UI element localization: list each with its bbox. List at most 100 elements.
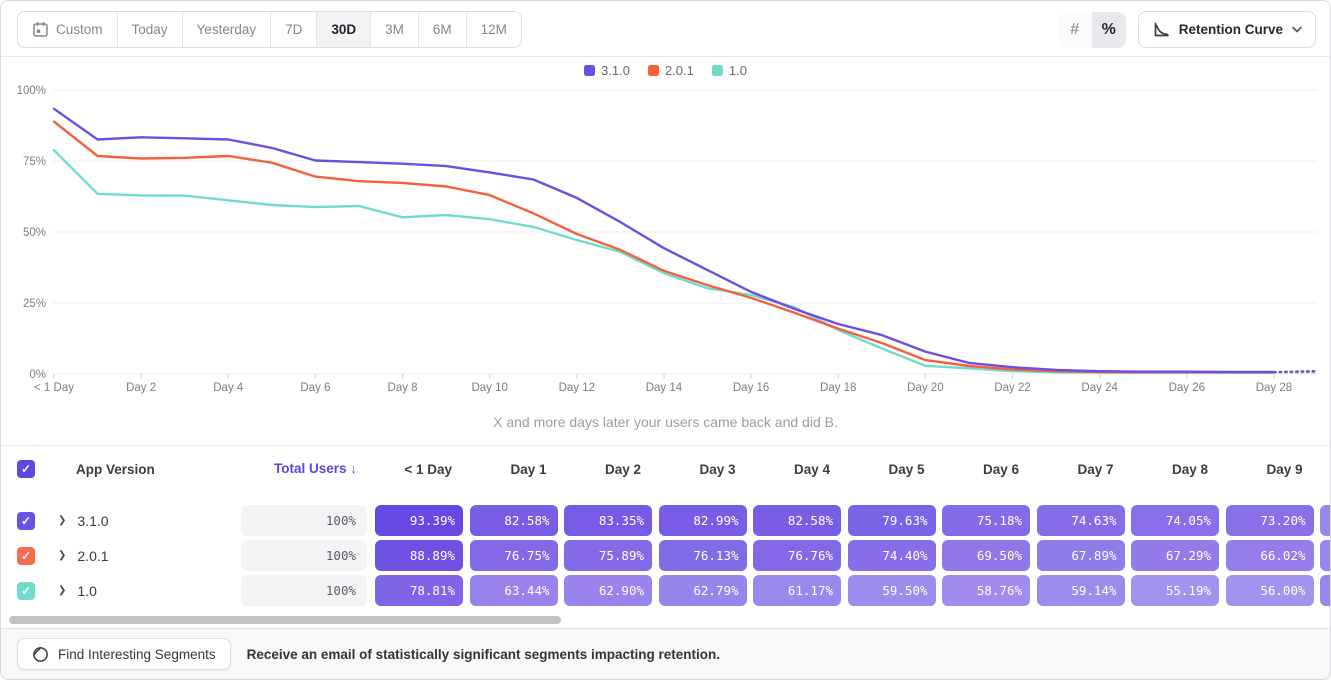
row-checkbox-column: ✓ bbox=[1, 512, 51, 530]
retention-cell[interactable]: 75.18% bbox=[942, 505, 1030, 536]
check-icon: ✓ bbox=[21, 549, 31, 563]
select-all-checkbox[interactable]: ✓ bbox=[17, 460, 35, 478]
toolbar: CustomToday Yesterday 7D 30D3M 6M 12M # % Ret… bbox=[1, 1, 1330, 57]
legend-label: 1.0 bbox=[729, 63, 747, 78]
retention-cell[interactable]: 59.50% bbox=[848, 575, 936, 606]
day-header[interactable]: Day 9 bbox=[1226, 462, 1314, 477]
row-checkbox[interactable]: ✓ bbox=[17, 582, 35, 600]
chart-type-dropdown[interactable]: Retention Curve bbox=[1138, 11, 1316, 48]
percent-format-button[interactable]: % bbox=[1092, 12, 1126, 48]
legend-item-1.0[interactable]: 1.0 bbox=[712, 63, 747, 78]
x-axis-tick-label: Day 18 bbox=[820, 382, 856, 394]
retention-cell[interactable]: 82.99% bbox=[659, 505, 747, 536]
date-range-label: Yesterday bbox=[197, 22, 257, 37]
retention-cell[interactable]: 93.39% bbox=[375, 505, 463, 536]
day-header[interactable]: Day 1 bbox=[470, 462, 558, 477]
x-axis-tick-label: Day 16 bbox=[733, 382, 769, 394]
retention-cell[interactable]: 83.35% bbox=[564, 505, 652, 536]
legend-item-3.1.0[interactable]: 3.1.0 bbox=[584, 63, 630, 78]
retention-cell[interactable]: 63.44% bbox=[470, 575, 558, 606]
expand-row-icon[interactable]: ❯ bbox=[58, 550, 66, 561]
y-axis-tick-label: 100% bbox=[17, 85, 46, 97]
day-header[interactable]: Day 7 bbox=[1037, 462, 1125, 477]
day-header[interactable]: Day 4 bbox=[753, 462, 841, 477]
retention-cell[interactable]: 58.76% bbox=[942, 575, 1030, 606]
retention-cell[interactable]: 82.58% bbox=[470, 505, 558, 536]
find-segments-label: Find Interesting Segments bbox=[58, 647, 216, 662]
date-range-6m[interactable]: 6M bbox=[419, 12, 467, 47]
number-format-button[interactable]: # bbox=[1058, 12, 1092, 48]
retention-cell[interactable]: 76.75% bbox=[470, 540, 558, 571]
total-users-cell: 100% bbox=[241, 505, 367, 536]
retention-cell[interactable]: 78.81% bbox=[375, 575, 463, 606]
total-users-cell: 100% bbox=[241, 575, 367, 606]
day-header[interactable]: < 1 Day bbox=[375, 462, 463, 477]
x-axis-tick-label: Day 8 bbox=[388, 382, 418, 394]
row-checkbox[interactable]: ✓ bbox=[17, 547, 35, 565]
retention-cell[interactable]: 74.05% bbox=[1131, 505, 1219, 536]
retention-cell[interactable]: 67.29% bbox=[1131, 540, 1219, 571]
retention-cell[interactable]: 67.89% bbox=[1037, 540, 1125, 571]
retention-cell[interactable]: 76.13% bbox=[659, 540, 747, 571]
retention-cell[interactable]: 62.90% bbox=[564, 575, 652, 606]
row-series-label: 1.0 bbox=[77, 583, 96, 599]
horizontal-scrollbar-thumb[interactable] bbox=[9, 616, 561, 624]
check-icon: ✓ bbox=[21, 584, 31, 598]
total-users-header[interactable]: Total Users ↓ bbox=[274, 461, 367, 476]
x-axis-tick-label: Day 24 bbox=[1081, 382, 1118, 394]
retention-cell[interactable]: 74.63% bbox=[1037, 505, 1125, 536]
retention-cell[interactable]: 56.00% bbox=[1226, 575, 1314, 606]
series-dashed-tail-3.1.0 bbox=[1274, 371, 1318, 372]
series-line-3.1.0[interactable] bbox=[54, 109, 1274, 372]
date-range-30d[interactable]: 30D bbox=[317, 12, 371, 47]
retention-cell[interactable]: 73.20% bbox=[1226, 505, 1314, 536]
retention-cell[interactable]: 62.79% bbox=[659, 575, 747, 606]
series-line-1.0[interactable] bbox=[54, 150, 1274, 372]
day-header[interactable]: Day 5 bbox=[848, 462, 936, 477]
retention-cell[interactable]: 69.50% bbox=[942, 540, 1030, 571]
legend-label: 3.1.0 bbox=[601, 63, 630, 78]
retention-cell[interactable]: 79.63% bbox=[848, 505, 936, 536]
day-headers: < 1 Day Day 1 Day 2 Day 3 Day 4 Day 5 Day 6 Day… bbox=[375, 462, 1314, 477]
retention-cell[interactable]: 61.17% bbox=[753, 575, 841, 606]
date-range-label: 7D bbox=[285, 22, 302, 37]
day-header[interactable]: Day 8 bbox=[1131, 462, 1219, 477]
retention-cell[interactable]: 82.58% bbox=[753, 505, 841, 536]
date-range-yesterday[interactable]: Yesterday bbox=[183, 12, 272, 47]
y-axis-tick-label: 25% bbox=[23, 298, 46, 310]
overflow-cell bbox=[1320, 540, 1330, 571]
retention-cell[interactable]: 76.76% bbox=[753, 540, 841, 571]
legend-item-2.0.1[interactable]: 2.0.1 bbox=[648, 63, 694, 78]
date-range-label: 6M bbox=[433, 22, 452, 37]
retention-cell[interactable]: 74.40% bbox=[848, 540, 936, 571]
value-format-toggle: # % bbox=[1058, 12, 1126, 48]
retention-cell[interactable]: 59.14% bbox=[1037, 575, 1125, 606]
date-range-3m[interactable]: 3M bbox=[371, 12, 419, 47]
retention-cell[interactable]: 66.02% bbox=[1226, 540, 1314, 571]
retention-curve-icon bbox=[1152, 21, 1170, 39]
chart-type-label: Retention Curve bbox=[1179, 22, 1283, 37]
find-segments-button[interactable]: Find Interesting Segments bbox=[17, 638, 231, 670]
table-row-3.1.0: ✓❯3.1.0100%93.39%82.58%83.35%82.99%82.58… bbox=[1, 503, 1330, 538]
day-header[interactable]: Day 2 bbox=[564, 462, 652, 477]
retention-cell[interactable]: 75.89% bbox=[564, 540, 652, 571]
expand-row-icon[interactable]: ❯ bbox=[58, 585, 66, 596]
date-range-12m[interactable]: 12M bbox=[467, 12, 521, 47]
day-header[interactable]: Day 6 bbox=[942, 462, 1030, 477]
retention-line-chart[interactable]: 100%75%50%25%0%< 1 DayDay 2Day 4Day 6Day… bbox=[1, 84, 1331, 400]
day-header[interactable]: Day 3 bbox=[659, 462, 747, 477]
row-checkbox[interactable]: ✓ bbox=[17, 512, 35, 530]
retention-cells: 93.39%82.58%83.35%82.99%82.58%79.63%75.1… bbox=[375, 505, 1330, 536]
expand-row-icon[interactable]: ❯ bbox=[58, 515, 66, 526]
date-range-custom[interactable]: Custom bbox=[18, 12, 118, 47]
retention-cell[interactable]: 55.19% bbox=[1131, 575, 1219, 606]
chart-section: 3.1.0 2.0.1 1.0 100%75%50%25%0%< 1 DayDay … bbox=[1, 58, 1330, 445]
date-range-today[interactable]: Today bbox=[118, 12, 183, 47]
horizontal-scrollbar bbox=[1, 615, 1330, 625]
retention-cells: 78.81%63.44%62.90%62.79%61.17%59.50%58.7… bbox=[375, 575, 1330, 606]
date-range-7d[interactable]: 7D bbox=[271, 12, 317, 47]
calendar-icon bbox=[32, 21, 49, 38]
legend-swatch bbox=[584, 65, 595, 76]
retention-cell[interactable]: 88.89% bbox=[375, 540, 463, 571]
check-icon: ✓ bbox=[21, 462, 31, 476]
